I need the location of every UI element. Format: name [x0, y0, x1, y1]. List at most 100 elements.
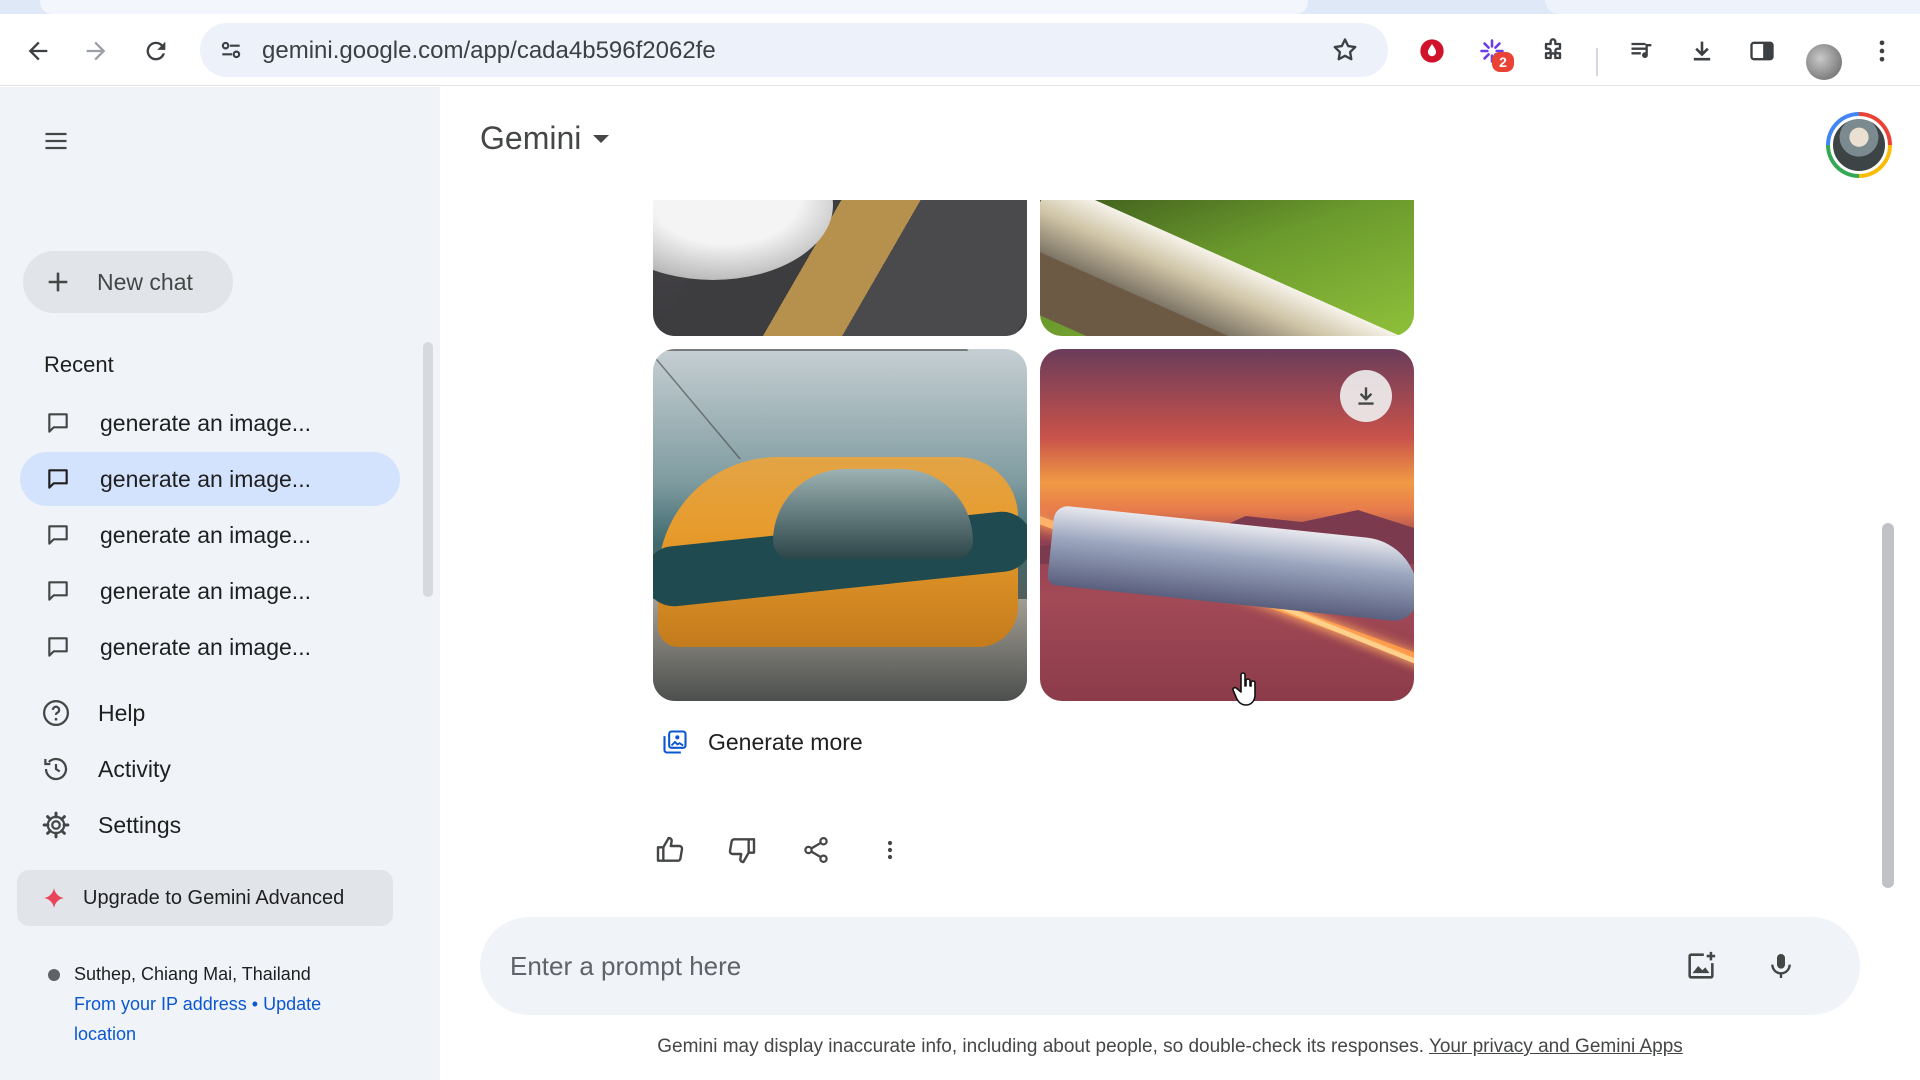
- location-place: Suthep, Chiang Mai, Thailand: [74, 964, 311, 984]
- new-chat-button[interactable]: New chat: [23, 251, 233, 313]
- download-icon: [1358, 387, 1374, 405]
- site-info-button[interactable]: [214, 33, 248, 67]
- thumb-up-button[interactable]: [646, 826, 694, 874]
- arrow-left-icon: [28, 41, 48, 61]
- settings-label: Settings: [98, 811, 182, 838]
- share-button[interactable]: [792, 826, 840, 874]
- gear-icon: [40, 809, 72, 841]
- chat-bubble-icon: [44, 521, 72, 549]
- disclaimer-text: Gemini may display inaccurate info, incl…: [657, 1036, 1429, 1057]
- add-image-icon: [1688, 951, 1716, 979]
- thumb-down-button[interactable]: [718, 826, 766, 874]
- recent-chat-item[interactable]: generate an image...: [20, 620, 400, 674]
- privacy-link[interactable]: Your privacy and Gemini Apps: [1429, 1036, 1683, 1057]
- help-nav-item[interactable]: Help: [20, 686, 400, 740]
- reload-icon: [146, 41, 166, 61]
- activity-nav-item[interactable]: Activity: [20, 742, 400, 796]
- upload-image-button[interactable]: [1676, 941, 1726, 991]
- extensions-button[interactable]: [1531, 29, 1575, 73]
- generated-image-2[interactable]: [1040, 200, 1414, 336]
- generated-image-3[interactable]: [653, 349, 1027, 701]
- hamburger-menu-icon: [45, 132, 67, 150]
- queue-music-icon: [1631, 42, 1652, 59]
- side-panel-icon: [1750, 41, 1774, 61]
- microphone-icon: [1771, 954, 1791, 978]
- model-switcher[interactable]: Gemini: [480, 120, 610, 157]
- extension-drop-icon: [1420, 39, 1444, 63]
- thumb-down-icon: [728, 838, 756, 864]
- media-controls-button[interactable]: [1620, 29, 1664, 73]
- recent-chat-label: generate an image...: [100, 409, 311, 436]
- puzzle-icon: [1544, 38, 1562, 60]
- toolbar-divider: [1596, 48, 1598, 76]
- chat-bubble-icon: [44, 465, 72, 493]
- browser-menu-button[interactable]: [1860, 29, 1904, 73]
- back-button[interactable]: [16, 29, 60, 73]
- recent-chat-item-active[interactable]: generate an image...: [20, 452, 400, 506]
- thumb-up-icon: [656, 836, 684, 862]
- settings-nav-item[interactable]: Settings: [20, 798, 400, 852]
- disclaimer: Gemini may display inaccurate info, incl…: [0, 1036, 1920, 1058]
- chat-bubble-icon: [44, 409, 72, 437]
- reload-button[interactable]: [134, 29, 178, 73]
- url-text[interactable]: gemini.google.com/app/cada4b596f2062fe: [262, 37, 716, 65]
- recent-chat-item[interactable]: generate an image...: [20, 508, 400, 562]
- forward-button[interactable]: [74, 29, 118, 73]
- browser-toolbar: gemini.google.com/app/cada4b596f2062fe 2: [0, 14, 1920, 86]
- bookmark-star-button[interactable]: [1328, 33, 1362, 67]
- active-tab[interactable]: [40, 0, 1308, 14]
- recent-chat-label: generate an image...: [100, 521, 311, 548]
- chat-bubble-icon: [44, 633, 72, 661]
- generate-more-label: Generate more: [708, 728, 863, 755]
- recent-chat-label: generate an image...: [100, 577, 311, 604]
- help-label: Help: [98, 699, 146, 726]
- sidebar-scrollbar[interactable]: [423, 342, 433, 597]
- more-vertical-icon: [1879, 40, 1885, 62]
- from-ip-link[interactable]: From your IP address: [74, 994, 247, 1014]
- main-scrollbar[interactable]: [1882, 523, 1894, 888]
- recent-chat-item[interactable]: generate an image...: [20, 564, 400, 618]
- address-bar[interactable]: gemini.google.com/app/cada4b596f2062fe: [200, 23, 1388, 77]
- prompt-input[interactable]: [510, 941, 1650, 991]
- tune-icon: [221, 41, 241, 59]
- star-icon: [1333, 38, 1357, 61]
- image-stack-icon: [660, 727, 690, 757]
- new-chat-label: New chat: [97, 268, 193, 295]
- side-panel-button[interactable]: [1740, 29, 1784, 73]
- history-icon: [40, 753, 72, 785]
- extension-red-button[interactable]: [1410, 29, 1454, 73]
- recent-heading: Recent: [44, 352, 114, 377]
- help-circle-icon: [40, 697, 72, 729]
- recent-chat-label: generate an image...: [100, 633, 311, 660]
- share-icon: [804, 837, 828, 863]
- prompt-box: [480, 917, 1860, 1015]
- more-options-button[interactable]: [866, 826, 914, 874]
- sparkle-icon: [41, 885, 67, 911]
- activity-label: Activity: [98, 755, 171, 782]
- arrow-right-icon: [86, 41, 106, 61]
- downloads-button[interactable]: [1680, 29, 1724, 73]
- tab-strip: [0, 0, 1920, 14]
- generated-image-1[interactable]: [653, 200, 1027, 336]
- caret-down-icon: [593, 134, 610, 143]
- chat-bubble-icon: [44, 577, 72, 605]
- tab-strip-right: [1545, 0, 1920, 14]
- generate-more-button[interactable]: Generate more: [660, 722, 863, 762]
- microphone-button[interactable]: [1756, 941, 1806, 991]
- location-dot-icon: [48, 969, 60, 982]
- recent-chat-item[interactable]: generate an image...: [20, 396, 400, 450]
- download-image-button[interactable]: [1340, 370, 1392, 422]
- main-menu-button[interactable]: [32, 117, 80, 165]
- account-avatar[interactable]: [1826, 112, 1892, 178]
- more-vertical-icon: [887, 840, 893, 860]
- download-icon: [1693, 41, 1711, 61]
- sidebar: New chat Recent generate an image... gen…: [0, 87, 440, 1080]
- extension-badge: 2: [1492, 52, 1514, 72]
- model-name: Gemini: [480, 120, 582, 156]
- recent-chat-label: generate an image...: [100, 465, 311, 492]
- plus-icon: [41, 265, 75, 299]
- upgrade-label: Upgrade to Gemini Advanced: [83, 886, 345, 909]
- browser-profile-avatar[interactable]: [1806, 44, 1842, 80]
- location-separator: •: [251, 994, 259, 1014]
- upgrade-button[interactable]: Upgrade to Gemini Advanced: [17, 870, 393, 926]
